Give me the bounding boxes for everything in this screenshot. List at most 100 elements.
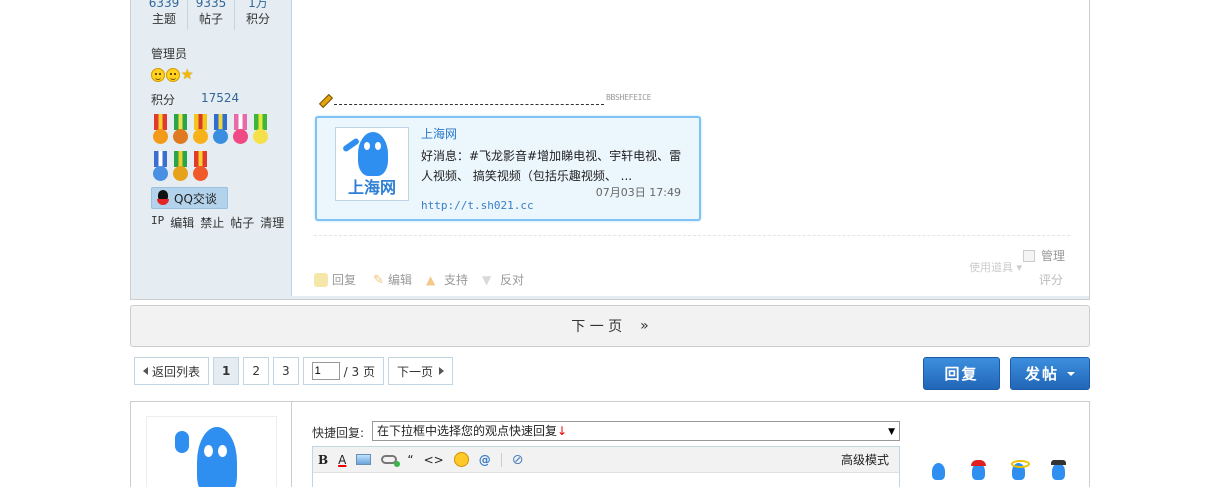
page-jump-input[interactable] — [311, 362, 340, 380]
signature-divider — [334, 103, 604, 105]
new-post-label: 发帖 — [1024, 365, 1059, 383]
quick-reply-select-value: 在下拉框中选择您的观点快速回复 — [377, 424, 558, 438]
reply-editor[interactable]: B A “ <> @ ⊘ 高级模式 — [312, 446, 900, 487]
stat-label: 积分 — [245, 12, 270, 26]
medal-icon[interactable] — [191, 114, 210, 149]
oppose-action[interactable]: 反对 — [482, 271, 524, 288]
chevron-down-icon: ▾ — [1016, 261, 1023, 274]
qq-penguin-icon — [156, 190, 170, 206]
medal-icon[interactable] — [191, 151, 210, 186]
attachment-icon[interactable]: ⊘ — [512, 452, 524, 468]
card-url[interactable]: http://t.sh021.cc — [421, 199, 534, 212]
page-1[interactable]: 1 — [213, 357, 240, 385]
admin-link-ip[interactable]: IP — [151, 214, 164, 231]
star-rank-icon: ★ — [181, 67, 194, 83]
stat-posts[interactable]: 9335 帖子 — [188, 0, 235, 30]
mascot-sticker-icon[interactable] — [1049, 460, 1067, 480]
manage-label: 管理 — [1041, 249, 1066, 263]
signature-mark: BBSHEFEICE — [606, 92, 652, 102]
pagination: 返回列表 1 2 3 / 3 页 下一页 — [134, 357, 453, 385]
post-actions: 回复 编辑 支持 反对 — [314, 271, 524, 288]
medal-icon[interactable] — [171, 114, 190, 149]
use-tools-label: 使用道具 — [969, 261, 1013, 274]
smiley-icon[interactable] — [453, 452, 469, 467]
site-logo-text: 上海网 — [347, 178, 396, 197]
rate-link[interactable]: 评分 — [1039, 271, 1063, 288]
link-icon[interactable] — [381, 455, 401, 467]
page-jump: / 3 页 — [302, 357, 384, 385]
bold-button[interactable]: B — [318, 453, 328, 467]
code-button[interactable]: <> — [424, 453, 444, 467]
stat-value[interactable]: 9335 — [188, 0, 234, 10]
mascot-sticker-icon[interactable] — [1009, 460, 1030, 480]
medal-icon[interactable] — [151, 151, 170, 186]
new-post-button[interactable]: 发帖 — [1010, 357, 1090, 390]
page-3[interactable]: 3 — [273, 357, 299, 385]
card-text: 好消息：#飞龙影音#增加睇电视、宇轩电视、雷人视频、 搞笑视频（包括乐趣视频、 … — [421, 149, 682, 183]
support-action[interactable]: 支持 — [426, 271, 468, 288]
page-2[interactable]: 2 — [243, 357, 270, 385]
smiley-rank-icon — [151, 68, 165, 82]
medal-icon[interactable] — [151, 114, 170, 149]
post-container: 6339 主题 9335 帖子 1万 积分 管理员 ★ 积分 17524 QQ交… — [130, 0, 1090, 300]
toolbar-divider — [500, 452, 502, 467]
sticker-row — [929, 460, 1067, 480]
user-group[interactable]: 管理员 — [151, 45, 187, 62]
thumb-down-icon — [482, 273, 496, 287]
author-sidebar: 6339 主题 9335 帖子 1万 积分 管理员 ★ 积分 17524 QQ交… — [131, 0, 292, 299]
stat-credits[interactable]: 1万 积分 — [235, 0, 281, 30]
advanced-mode-link[interactable]: 高级模式 — [841, 451, 889, 468]
medal-icon[interactable] — [211, 114, 230, 149]
use-tools-menu[interactable]: 使用道具 ▾ — [969, 259, 1022, 275]
caret-down-icon — [1067, 371, 1075, 376]
mascot-icon — [197, 427, 237, 487]
admin-link-ban[interactable]: 禁止 — [200, 214, 224, 231]
points-value: 17524 — [201, 91, 240, 105]
quote-button[interactable]: “ — [407, 453, 413, 467]
admin-link-posts[interactable]: 帖子 — [230, 214, 254, 231]
medal-icon[interactable] — [231, 114, 250, 149]
post-divider — [314, 235, 1070, 236]
card-site-name[interactable]: 上海网 — [421, 125, 457, 142]
edit-action[interactable]: 编辑 — [370, 271, 412, 288]
stat-value[interactable]: 1万 — [235, 0, 281, 10]
mascot-sticker-icon[interactable] — [969, 460, 987, 480]
smiley-rank-icon — [166, 68, 180, 82]
points-row: 积分 17524 — [151, 91, 239, 108]
thumb-up-icon — [426, 273, 440, 287]
back-to-list-button[interactable]: 返回列表 — [134, 357, 210, 385]
mascot-sticker-icon[interactable] — [929, 460, 947, 480]
red-down-arrow: ↓ — [557, 424, 568, 438]
stat-label: 主题 — [151, 12, 176, 26]
page-total: / 3 页 — [343, 364, 375, 379]
stat-value[interactable]: 6339 — [141, 0, 187, 10]
card-date: 07月03日 17:49 — [595, 186, 681, 199]
manage-checkbox[interactable] — [1023, 249, 1035, 262]
reply-action[interactable]: 回复 — [314, 271, 356, 288]
font-color-button[interactable]: A — [338, 453, 346, 467]
author-stats: 6339 主题 9335 帖子 1万 积分 — [141, 0, 281, 30]
quick-reply-select[interactable]: 在下拉框中选择您的观点快速回复↓ ▼ — [372, 421, 900, 441]
weibo-share-card[interactable]: 上海网 上海网 好消息：#飞龙影音#增加睇电视、宇轩电视、雷人视频、 搞笑视频（… — [315, 116, 701, 221]
admin-link-clean[interactable]: 清理 — [260, 214, 284, 231]
double-chevron-right-icon: » — [640, 318, 649, 334]
medals — [151, 114, 273, 186]
qq-chat-button[interactable]: QQ交谈 — [151, 187, 228, 209]
medal-icon[interactable] — [171, 151, 190, 186]
admin-link-edit[interactable]: 编辑 — [170, 214, 194, 231]
image-icon[interactable] — [356, 454, 372, 465]
quick-reply-label: 快捷回复: — [312, 426, 365, 440]
quick-reply-area: 快捷回复: 在下拉框中选择您的观点快速回复↓ ▼ B A “ <> @ ⊘ 高级… — [130, 401, 1090, 487]
next-page-bar[interactable]: 下 一 页 » — [130, 305, 1090, 347]
admin-links: IP 编辑 禁止 帖子 清理 — [151, 214, 284, 231]
medal-icon[interactable] — [251, 114, 270, 149]
dropdown-arrow-icon: ▼ — [888, 427, 895, 437]
next-page-button[interactable]: 下一页 — [387, 357, 453, 385]
stat-threads[interactable]: 6339 主题 — [141, 0, 188, 30]
mention-button[interactable]: @ — [479, 453, 491, 467]
manage-checkbox-row[interactable]: 管理 — [1023, 247, 1065, 264]
avatar[interactable] — [146, 416, 277, 487]
reply-button[interactable]: 回复 — [923, 357, 1000, 390]
site-logo[interactable]: 上海网 — [335, 127, 409, 201]
edit-icon — [370, 273, 384, 287]
